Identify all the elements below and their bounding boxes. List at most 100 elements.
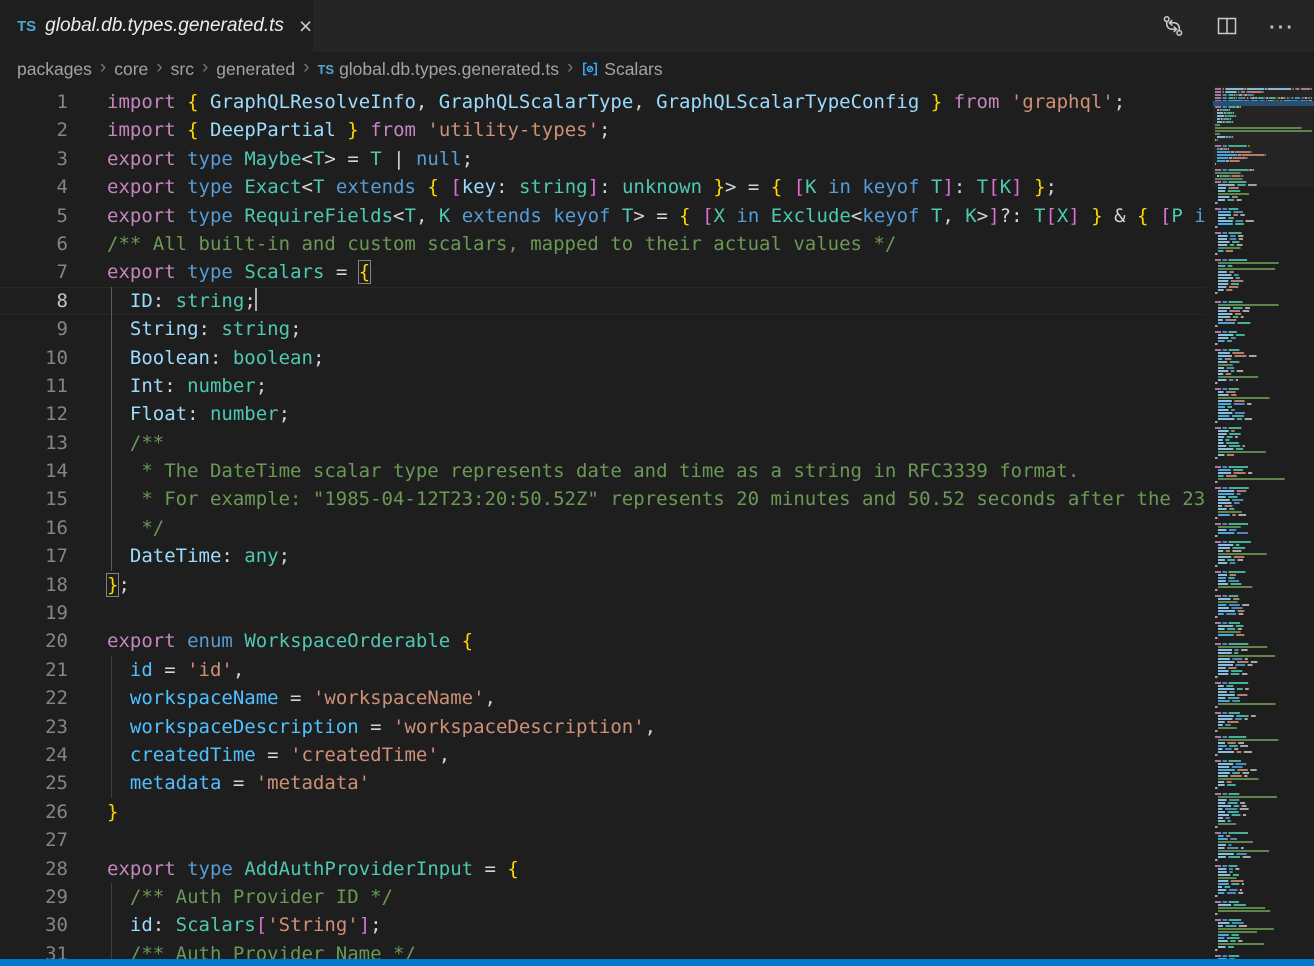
minimap[interactable] (1213, 86, 1314, 959)
line-number: 11 (0, 372, 68, 400)
line-number: 6 (0, 230, 68, 258)
code-line-26[interactable]: 26} (0, 798, 1206, 826)
code-text: /** Auth Provider ID */ (107, 883, 393, 911)
code-line-11[interactable]: 11 Int: number; (0, 372, 1206, 400)
breadcrumb-item-src[interactable]: src (171, 59, 194, 80)
line-number: 29 (0, 883, 68, 911)
breadcrumb-label: Scalars (604, 59, 662, 80)
close-icon[interactable]: × (299, 15, 312, 38)
code-line-14[interactable]: 14 * The DateTime scalar type represents… (0, 457, 1206, 485)
code-line-12[interactable]: 12 Float: number; (0, 400, 1206, 428)
code-line-7[interactable]: 7 export type Scalars = { (0, 258, 1206, 286)
code-line-10[interactable]: 10 Boolean: boolean; (0, 344, 1206, 372)
tab-bar: TS global.db.types.generated.ts × (0, 0, 1314, 52)
code-line-17[interactable]: 17 DateTime: any; (0, 542, 1206, 570)
line-number: 18 (0, 571, 68, 599)
indent-guide (111, 344, 112, 372)
breadcrumb-label: generated (216, 59, 295, 80)
code-area[interactable]: 1import { GraphQLResolveInfo, GraphQLSca… (0, 86, 1206, 966)
breadcrumb-item-core[interactable]: core (114, 59, 148, 80)
code-text: export type RequireFields<T, K extends k… (107, 202, 1206, 230)
split-editor-icon[interactable] (1212, 11, 1242, 41)
code-line-8[interactable]: 8 ID: string; (0, 287, 1206, 315)
code-line-13[interactable]: 13 /** (0, 429, 1206, 457)
indent-guide (111, 429, 112, 457)
editor-actions: ⋯ (1158, 0, 1314, 52)
code-line-21[interactable]: 21 id = 'id', (0, 656, 1206, 684)
code-line-15[interactable]: 15 * For example: "1985-04-12T23:20:50.5… (0, 485, 1206, 513)
code-text: }; (107, 571, 130, 599)
line-number: 26 (0, 798, 68, 826)
code-line-20[interactable]: 20export enum WorkspaceOrderable { (0, 627, 1206, 655)
code-text: Int: number; (107, 372, 267, 400)
code-text: workspaceName = 'workspaceName', (107, 684, 496, 712)
breadcrumb-label: global.db.types.generated.ts (339, 59, 559, 80)
line-number: 9 (0, 315, 68, 343)
line-number: 30 (0, 911, 68, 939)
code-line-24[interactable]: 24 createdTime = 'createdTime', (0, 741, 1206, 769)
typescript-file-icon: TS (317, 62, 334, 77)
line-number: 23 (0, 713, 68, 741)
code-line-16[interactable]: 16 */ (0, 514, 1206, 542)
code-text: export type AddAuthProviderInput = { (107, 855, 519, 883)
line-number: 15 (0, 485, 68, 513)
code-line-23[interactable]: 23 workspaceDescription = 'workspaceDesc… (0, 713, 1206, 741)
more-actions-icon[interactable]: ⋯ (1266, 11, 1296, 41)
line-number: 17 (0, 542, 68, 570)
code-text: DateTime: any; (107, 542, 290, 570)
line-number: 2 (0, 116, 68, 144)
indent-guide (111, 911, 112, 939)
chevron-right-icon: › (567, 57, 573, 79)
line-number: 10 (0, 344, 68, 372)
code-line-19[interactable]: 19 (0, 599, 1206, 627)
tab-label: global.db.types.generated.ts (45, 15, 284, 37)
code-line-9[interactable]: 9 String: string; (0, 315, 1206, 343)
line-number: 19 (0, 599, 68, 627)
line-number: 14 (0, 457, 68, 485)
code-line-5[interactable]: 5export type RequireFields<T, K extends … (0, 202, 1206, 230)
line-number: 4 (0, 173, 68, 201)
code-line-4[interactable]: 4 export type Exact<T extends { [key: str… (0, 173, 1206, 201)
minimap-code-rows (1213, 86, 1314, 959)
line-number: 16 (0, 514, 68, 542)
code-line-1[interactable]: 1import { GraphQLResolveInfo, GraphQLSca… (0, 88, 1206, 116)
indent-guide (111, 656, 112, 684)
code-text: /** All built-in and custom scalars, map… (107, 230, 896, 258)
typescript-file-icon: TS (17, 18, 36, 35)
code-line-27[interactable]: 27 (0, 826, 1206, 854)
line-number: 25 (0, 769, 68, 797)
code-text: export type Scalars = { (107, 258, 370, 286)
code-text: Float: number; (107, 400, 290, 428)
line-number: 7 (0, 258, 68, 286)
code-text: String: string; (107, 315, 302, 343)
code-text: export type Exact<T extends { [key: stri… (107, 173, 1057, 201)
compare-changes-icon[interactable] (1158, 11, 1188, 41)
text-cursor (255, 288, 257, 311)
code-line-30[interactable]: 30 id: Scalars['String']; (0, 911, 1206, 939)
indent-guide (111, 514, 112, 542)
code-line-28[interactable]: 28 export type AddAuthProviderInput = { (0, 855, 1206, 883)
indent-guide (111, 287, 112, 315)
indent-guide (111, 883, 112, 911)
breadcrumb-item-generated[interactable]: generated (216, 59, 295, 80)
indent-guide (111, 372, 112, 400)
indent-guide (111, 457, 112, 485)
code-line-22[interactable]: 22 workspaceName = 'workspaceName', (0, 684, 1206, 712)
code-line-6[interactable]: 6 /** All built-in and custom scalars, ma… (0, 230, 1206, 258)
line-number: 13 (0, 429, 68, 457)
code-line-3[interactable]: 3export type Maybe<T> = T | null; (0, 145, 1206, 173)
code-line-2[interactable]: 2 import { DeepPartial } from 'utility-ty… (0, 116, 1206, 144)
breadcrumb-item-global-db-types-generated-ts[interactable]: TS global.db.types.generated.ts (317, 59, 559, 80)
code-line-25[interactable]: 25 metadata = 'metadata' (0, 769, 1206, 797)
code-line-29[interactable]: 29 /** Auth Provider ID */ (0, 883, 1206, 911)
indent-guide (111, 315, 112, 343)
code-text: import { DeepPartial } from 'utility-typ… (107, 116, 610, 144)
vscode-editor-window: TS global.db.types.generated.ts × (0, 0, 1314, 966)
line-number: 22 (0, 684, 68, 712)
line-number: 28 (0, 855, 68, 883)
code-line-18[interactable]: 18}; (0, 571, 1206, 599)
tab-global-db-types-generated[interactable]: TS global.db.types.generated.ts × (0, 0, 313, 52)
chevron-right-icon: › (303, 57, 309, 79)
breadcrumb-item-packages[interactable]: packages (17, 59, 92, 80)
breadcrumb-item-scalars[interactable]: Scalars (581, 59, 662, 80)
